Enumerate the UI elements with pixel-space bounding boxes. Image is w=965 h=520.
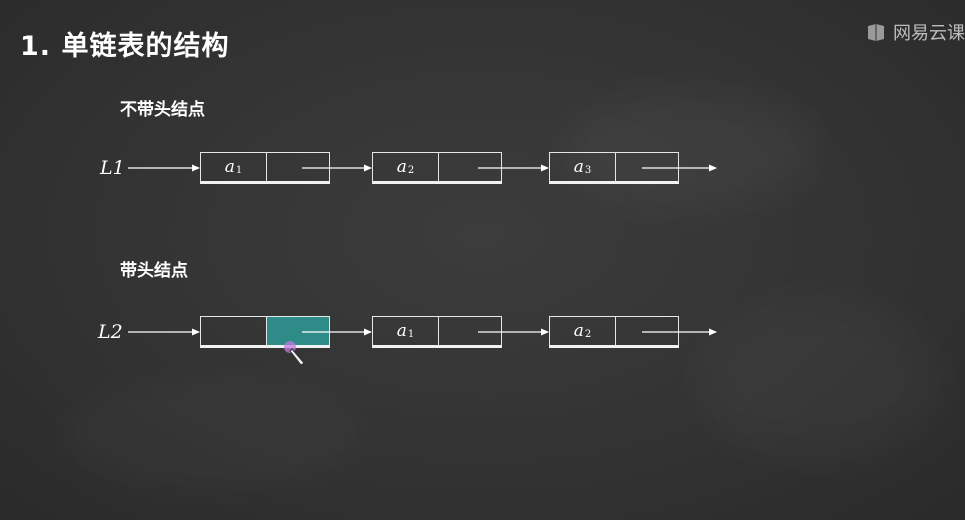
node-pointer-cell [267,153,329,181]
section-label-with-head: 带头结点 [120,261,188,281]
chalk-smudge [700,300,940,460]
node-pointer-cell [439,317,501,345]
chalk-smudge [60,380,360,490]
list-node: a3 [549,152,679,184]
brand-logo: 网易云课 [865,20,965,44]
node-pointer-cell [439,153,501,181]
node-data-cell: a1 [201,153,267,181]
head-node [200,316,330,348]
section-label-no-head: 不带头结点 [120,100,205,120]
node-pointer-cell [616,153,678,181]
chalk-smudge [560,90,820,210]
node-data-cell: a2 [373,153,439,181]
book-icon [868,24,884,41]
brand-name: 网易云课 [893,23,965,44]
pen-cursor-icon [284,341,305,366]
list-node: a2 [549,316,679,348]
list-label-l1: L1 [100,157,125,179]
list-node: a1 [200,152,330,184]
list-label-l2: L2 [98,321,123,343]
list-node: a2 [372,152,502,184]
node-pointer-cell [616,317,678,345]
node-data-cell: a1 [373,317,439,345]
node-data-cell: a3 [550,153,616,181]
list-node: a1 [372,316,502,348]
node-data-cell [201,317,267,345]
node-data-cell: a2 [550,317,616,345]
slide-title: 1. 单链表的结构 [20,31,230,62]
